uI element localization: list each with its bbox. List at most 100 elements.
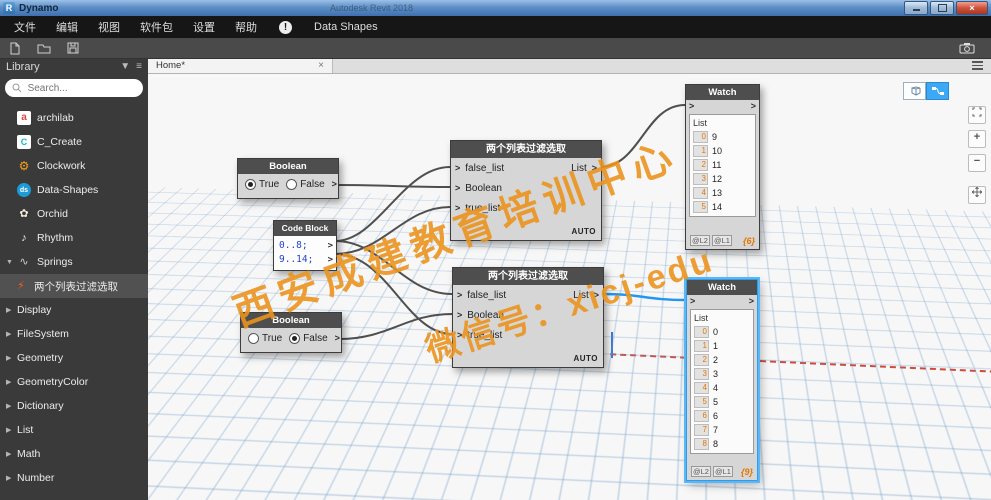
library-item-dictionary[interactable]: ▶ Dictionary	[0, 394, 148, 418]
output-port[interactable]: >	[749, 297, 754, 306]
wire[interactable]	[600, 105, 685, 167]
code-block-editor[interactable]: 0..8;> 9..14;>	[274, 236, 336, 270]
graph-view-button[interactable]	[926, 82, 949, 100]
library-item-data-shapes[interactable]: ds Data-Shapes	[0, 178, 148, 202]
save-icon[interactable]	[67, 42, 79, 54]
library-menu-icon[interactable]: ≡	[136, 62, 142, 72]
input-true-list[interactable]: >true_list	[451, 198, 601, 218]
input-port[interactable]: >	[689, 102, 694, 111]
search-input[interactable]	[26, 82, 136, 95]
wire-selected[interactable]	[602, 294, 686, 300]
node-title[interactable]: 两个列表过滤选取	[453, 268, 603, 285]
filter-node-top[interactable]: 两个列表过滤选取 >false_list >Boolean >true_list…	[450, 140, 602, 241]
menu-data-shapes[interactable]: Data Shapes	[304, 21, 388, 33]
menu-edit[interactable]: 编辑	[46, 19, 88, 35]
close-button[interactable]: ×	[956, 1, 988, 15]
library-item-math[interactable]: ▶ Math	[0, 442, 148, 466]
collapse-arrow-icon[interactable]: ▶	[6, 426, 17, 434]
library-item-geometrycolor[interactable]: ▶ GeometryColor	[0, 370, 148, 394]
collapse-arrow-icon[interactable]: ▶	[6, 330, 17, 338]
library-item-geometry[interactable]: ▶ Geometry	[0, 346, 148, 370]
input-boolean[interactable]: >Boolean	[453, 305, 603, 325]
library-filter-icon[interactable]: ▼	[120, 62, 130, 72]
export-image-camera-icon[interactable]	[959, 42, 975, 54]
node-title[interactable]: 两个列表过滤选取	[451, 141, 601, 158]
output-list[interactable]: List>	[571, 163, 597, 174]
watch-node-bottom[interactable]: Watch > > List 00 11 22 33 44 55 66 77 8…	[686, 279, 758, 481]
output-port[interactable]: >	[594, 291, 599, 300]
library-item-number[interactable]: ▶ Number	[0, 466, 148, 490]
notifications-icon[interactable]: !	[279, 21, 292, 34]
node-title[interactable]: Boolean	[238, 159, 338, 174]
input-port[interactable]: >	[455, 204, 460, 213]
menu-view[interactable]: 视图	[88, 19, 130, 35]
lacing-indicator[interactable]: AUTO	[571, 227, 596, 236]
input-port[interactable]: >	[457, 331, 462, 340]
open-file-icon[interactable]	[37, 42, 51, 54]
radio-true[interactable]: True	[245, 179, 279, 190]
menu-packages[interactable]: 软件包	[130, 19, 183, 35]
node-title[interactable]: Watch	[686, 85, 759, 100]
wire[interactable]	[335, 207, 450, 254]
library-search[interactable]	[5, 79, 143, 97]
collapse-arrow-icon[interactable]: ▶	[6, 306, 17, 314]
library-item-filter-node[interactable]: ⚡ 两个列表过滤选取	[0, 274, 148, 298]
lacing-indicator[interactable]: AUTO	[573, 354, 598, 363]
input-port[interactable]: >	[455, 164, 460, 173]
library-item-filesystem[interactable]: ▶ FileSystem	[0, 322, 148, 346]
tab-close-icon[interactable]: ×	[318, 61, 324, 71]
library-item-archilab[interactable]: a archilab	[0, 106, 148, 130]
input-true-list[interactable]: >true_list	[453, 325, 603, 345]
boolean-node-top[interactable]: Boolean True False >	[237, 158, 339, 199]
collapse-arrow-icon[interactable]: ▶	[6, 378, 17, 386]
input-port[interactable]: >	[455, 184, 460, 193]
wire[interactable]	[340, 314, 452, 339]
radio-false[interactable]: False	[286, 179, 324, 190]
level-tag[interactable]: @L2	[691, 466, 711, 477]
output-list[interactable]: List>	[573, 290, 599, 301]
input-port[interactable]: >	[690, 297, 695, 306]
level-tag[interactable]: @L2	[690, 235, 710, 246]
filter-node-bottom[interactable]: 两个列表过滤选取 >false_list >Boolean >true_list…	[452, 267, 604, 368]
collapse-arrow-icon[interactable]: ▶	[6, 402, 17, 410]
zoom-in-button[interactable]: +	[968, 130, 986, 148]
pan-button[interactable]	[968, 186, 986, 204]
minimize-button[interactable]	[904, 1, 928, 15]
library-item-list[interactable]: ▶ List	[0, 418, 148, 442]
tab-home[interactable]: Home* ×	[148, 58, 333, 73]
node-title[interactable]: Code Block	[274, 221, 336, 236]
library-item-display[interactable]: ▶ Display	[0, 298, 148, 322]
output-port[interactable]: >	[592, 164, 597, 173]
watch-node-top[interactable]: Watch > > List 09 110 211 312 413 514 @L…	[685, 84, 760, 250]
menu-help[interactable]: 帮助	[225, 19, 267, 35]
geometry-view-button[interactable]	[903, 82, 926, 100]
level-tag[interactable]: @L1	[713, 466, 733, 477]
code-block-node[interactable]: Code Block 0..8;> 9..14;>	[273, 220, 337, 271]
radio-false[interactable]: False	[289, 333, 327, 344]
level-tag[interactable]: @L1	[712, 235, 732, 246]
zoom-out-button[interactable]: −	[968, 154, 986, 172]
output-port[interactable]: >	[751, 102, 756, 111]
collapse-arrow-icon[interactable]: ▶	[6, 354, 17, 362]
tabbar-menu-icon[interactable]	[972, 61, 983, 70]
wire[interactable]	[335, 254, 452, 334]
collapse-arrow-icon[interactable]: ▶	[6, 474, 17, 482]
graph-canvas[interactable]: Boolean True False > Code Block 0..8;> 9…	[148, 74, 991, 500]
output-port[interactable]: >	[328, 242, 333, 251]
input-port[interactable]: >	[457, 311, 462, 320]
boolean-node-bottom[interactable]: Boolean True False >	[240, 312, 342, 353]
radio-true[interactable]: True	[248, 333, 282, 344]
zoom-fit-button[interactable]	[968, 106, 986, 124]
node-title[interactable]: Watch	[687, 280, 757, 295]
library-item-orchid[interactable]: ✿ Orchid	[0, 202, 148, 226]
library-item-c-create[interactable]: C C_Create	[0, 130, 148, 154]
output-port[interactable]: >	[328, 256, 333, 265]
library-item-springs[interactable]: ▼ ∿ Springs	[0, 250, 148, 274]
expand-arrow-icon[interactable]: ▼	[6, 259, 17, 266]
wire[interactable]	[335, 241, 452, 294]
input-port[interactable]: >	[457, 291, 462, 300]
menu-file[interactable]: 文件	[4, 19, 46, 35]
library-item-clockwork[interactable]: ⚙ Clockwork	[0, 154, 148, 178]
node-title[interactable]: Boolean	[241, 313, 341, 328]
output-port[interactable]: >	[332, 180, 337, 189]
